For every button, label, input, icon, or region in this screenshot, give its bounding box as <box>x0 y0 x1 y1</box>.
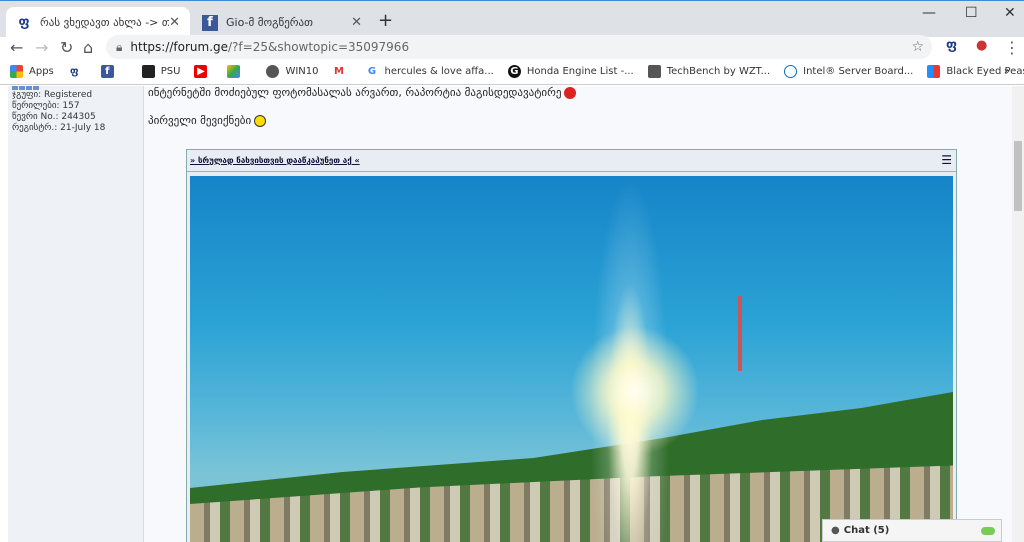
facebook-icon: f <box>202 14 218 31</box>
bookmark-label: WIN10 <box>285 66 319 77</box>
bookmark-honda[interactable]: G Honda Engine List -... <box>507 65 634 78</box>
bookmark-techbench[interactable]: TechBench by WZT... <box>647 65 771 78</box>
user-group: ჯგუფი: Registered <box>12 90 93 100</box>
address-bar[interactable]: 🔒︎ https://forum.ge/?f=25&showtopic=3509… <box>106 35 932 59</box>
intel-icon <box>784 65 798 78</box>
bookmark-label: PSU <box>160 66 181 77</box>
post-body: ინტერნეტში მოძიებულ ფოტომასალას არვართ, … <box>143 86 1012 542</box>
url-path: /?f=25&showtopic=35097966 <box>228 40 410 54</box>
lock-icon: 🔒︎ <box>116 39 123 54</box>
bookmark-psu[interactable]: PSU <box>141 65 181 78</box>
bookmark-facebook[interactable]: f <box>100 65 120 78</box>
globe-icon <box>266 65 280 78</box>
user-member-no: წევრი No.: 244305 <box>12 112 96 122</box>
bookmark-youtube[interactable]: ▶ <box>194 65 213 78</box>
user-info-panel: ჯგუფი: Registered წერილები: 157 წევრი No… <box>8 86 143 542</box>
user-registered: რეგისტრ.: 21-July 18 <box>12 123 106 133</box>
star-icon[interactable]: ☆ <box>911 39 924 55</box>
youtube-icon: ▶ <box>194 65 208 78</box>
forum-page: ჯგუფი: Registered წერილები: 157 წევრი No… <box>0 86 1012 542</box>
bookmark-hercules[interactable]: Ghercules & love affa... <box>366 65 494 78</box>
psu-icon <box>141 65 155 78</box>
tab-facebook[interactable]: f Gio-მ მოგწერათ ✕ <box>192 7 372 38</box>
close-tab-icon[interactable]: ✕ <box>351 15 362 30</box>
gmail-icon: M <box>334 66 344 77</box>
page-scrollbar[interactable] <box>1012 86 1024 542</box>
bookmark-forum[interactable]: ფ <box>68 65 87 78</box>
user-posts: წერილები: 157 <box>12 101 80 111</box>
g-black-icon: G <box>507 65 521 78</box>
person-icon: ● <box>831 525 840 536</box>
home-button[interactable]: ⌂ <box>83 38 93 57</box>
windows-icon <box>647 65 661 78</box>
chat-label: Chat (5) <box>843 525 890 536</box>
bep-icon <box>927 65 941 78</box>
extension-icon[interactable]: ფ <box>946 38 957 53</box>
bookmark-label: Apps <box>29 66 54 77</box>
forward-button[interactable]: → <box>35 38 48 57</box>
back-button[interactable]: ← <box>10 38 23 57</box>
post-line-1: ინტერნეტში მოძიებულ ფოტომასალას არვართ, … <box>148 86 577 99</box>
url-domain: https://forum.ge <box>130 40 229 54</box>
post-text: ინტერნეტში მოძიებულ ფოტომასალას არვართ, … <box>148 86 562 99</box>
apps-grid-icon <box>10 65 23 78</box>
scrollbar-thumb[interactable] <box>1014 141 1022 211</box>
bookmark-intel[interactable]: Intel® Server Board... <box>784 65 913 78</box>
image-header: » სრულად ნახვისთვის დააწკაპუნეთ აქ « ☰ <box>187 150 956 172</box>
chat-toggle[interactable] <box>981 526 995 535</box>
more-bookmarks-button[interactable]: » <box>1004 66 1010 77</box>
post-photo[interactable] <box>190 176 953 542</box>
google-icon: G <box>367 66 377 77</box>
bookmark-win10[interactable]: WIN10 <box>266 65 319 78</box>
bookmark-gmail[interactable]: M <box>333 65 352 78</box>
bookmark-apps[interactable]: Apps <box>10 65 54 78</box>
tab-title: Gio-მ მოგწერათ <box>226 16 313 29</box>
full-size-link[interactable]: » სრულად ნახვისთვის დააწკაპუნეთ აქ « <box>190 156 360 165</box>
post-text: პირველი მევიქნები <box>148 114 252 127</box>
forum-ge-icon: ფ <box>69 66 79 77</box>
bookmark-drive[interactable] <box>227 65 246 78</box>
bookmarks-bar: Apps ფ f PSU ▶ WIN10 M Ghercules & love … <box>0 59 1024 85</box>
image-container: » სრულად ნახვისთვის დააწკაპუნეთ აქ « ☰ <box>186 149 957 542</box>
profile-avatar[interactable]: ● <box>976 38 987 53</box>
maximize-button[interactable]: ☐ <box>965 5 978 21</box>
photo-tv-tower <box>738 296 742 371</box>
tab-forum[interactable]: ფ რას ვხედავთ ახლა -> თბილისი ✕ <box>6 7 190 38</box>
bookmark-label: Intel® Server Board... <box>803 66 914 77</box>
photo-sun <box>570 326 700 456</box>
chat-widget[interactable]: ● Chat (5) <box>822 519 1002 542</box>
angry-emoji-icon <box>564 87 577 99</box>
close-window-button[interactable]: ✕ <box>1004 5 1016 21</box>
tab-title: რას ვხედავთ ახლა -> თბილისი <box>40 16 170 29</box>
drive-icon <box>227 65 241 78</box>
resize-icon[interactable]: ☰ <box>941 153 952 167</box>
bookmark-label: Black Eyed Peas | T... <box>946 66 1024 77</box>
bookmark-label: hercules & love affa... <box>384 66 494 77</box>
facebook-icon: f <box>100 65 114 78</box>
minimize-button[interactable]: — <box>922 5 936 21</box>
post-line-2: პირველი მევიქნები <box>148 114 267 127</box>
toolbar: ← → ↻ ⌂ 🔒︎ https://forum.ge/?f=25&showto… <box>0 35 1024 59</box>
reload-button[interactable]: ↻ <box>60 38 73 57</box>
forum-ge-icon: ფ <box>18 15 30 30</box>
bookmark-label: Honda Engine List -... <box>526 66 634 77</box>
smile-emoji-icon <box>254 115 267 127</box>
close-tab-icon[interactable]: ✕ <box>169 15 180 30</box>
bookmark-label: TechBench by WZT... <box>666 66 771 77</box>
tab-strip: ფ რას ვხედავთ ახლა -> თბილისი ✕ f Gio-მ … <box>0 0 1024 38</box>
new-tab-button[interactable]: + <box>378 10 393 31</box>
menu-icon[interactable]: ⋮ <box>1004 38 1020 57</box>
